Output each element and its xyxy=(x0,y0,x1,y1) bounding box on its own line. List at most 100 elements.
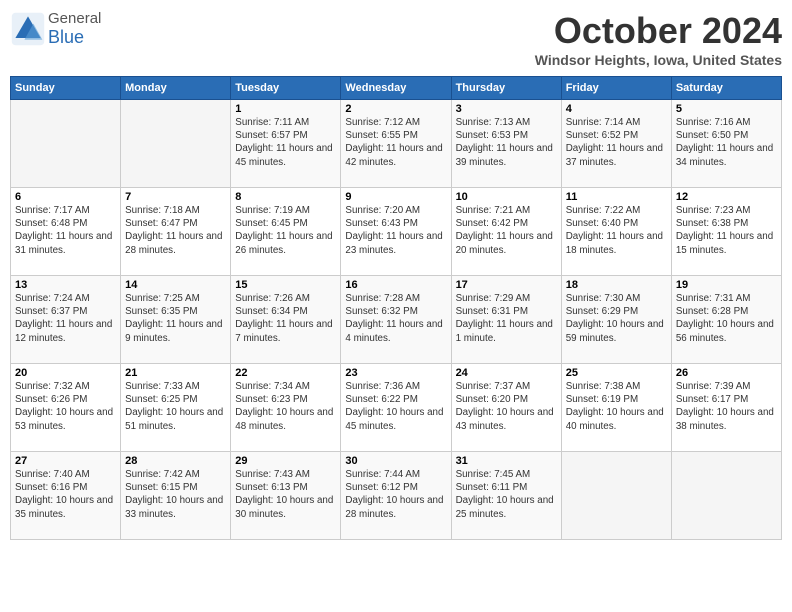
day-number: 12 xyxy=(676,191,777,203)
day-number: 11 xyxy=(566,191,667,203)
calendar-cell: 17Sunrise: 7:29 AM Sunset: 6:31 PM Dayli… xyxy=(451,276,561,364)
day-number: 29 xyxy=(235,455,336,467)
calendar-cell: 30Sunrise: 7:44 AM Sunset: 6:12 PM Dayli… xyxy=(341,452,451,540)
calendar-week-3: 13Sunrise: 7:24 AM Sunset: 6:37 PM Dayli… xyxy=(11,276,782,364)
day-info: Sunrise: 7:13 AM Sunset: 6:53 PM Dayligh… xyxy=(456,116,557,169)
day-info: Sunrise: 7:40 AM Sunset: 6:16 PM Dayligh… xyxy=(15,468,116,521)
calendar-week-2: 6Sunrise: 7:17 AM Sunset: 6:48 PM Daylig… xyxy=(11,188,782,276)
col-wednesday: Wednesday xyxy=(341,77,451,100)
logo-general-text: General xyxy=(48,10,101,27)
day-info: Sunrise: 7:18 AM Sunset: 6:47 PM Dayligh… xyxy=(125,204,226,257)
day-info: Sunrise: 7:16 AM Sunset: 6:50 PM Dayligh… xyxy=(676,116,777,169)
day-info: Sunrise: 7:30 AM Sunset: 6:29 PM Dayligh… xyxy=(566,292,667,345)
day-info: Sunrise: 7:11 AM Sunset: 6:57 PM Dayligh… xyxy=(235,116,336,169)
calendar-cell xyxy=(671,452,781,540)
calendar-cell xyxy=(121,100,231,188)
day-info: Sunrise: 7:14 AM Sunset: 6:52 PM Dayligh… xyxy=(566,116,667,169)
calendar-cell: 14Sunrise: 7:25 AM Sunset: 6:35 PM Dayli… xyxy=(121,276,231,364)
day-number: 24 xyxy=(456,367,557,379)
day-info: Sunrise: 7:44 AM Sunset: 6:12 PM Dayligh… xyxy=(345,468,446,521)
day-info: Sunrise: 7:29 AM Sunset: 6:31 PM Dayligh… xyxy=(456,292,557,345)
calendar-cell: 7Sunrise: 7:18 AM Sunset: 6:47 PM Daylig… xyxy=(121,188,231,276)
day-number: 23 xyxy=(345,367,446,379)
day-info: Sunrise: 7:12 AM Sunset: 6:55 PM Dayligh… xyxy=(345,116,446,169)
day-info: Sunrise: 7:17 AM Sunset: 6:48 PM Dayligh… xyxy=(15,204,116,257)
logo-icon xyxy=(10,11,46,47)
day-info: Sunrise: 7:43 AM Sunset: 6:13 PM Dayligh… xyxy=(235,468,336,521)
calendar-cell: 1Sunrise: 7:11 AM Sunset: 6:57 PM Daylig… xyxy=(231,100,341,188)
calendar-cell xyxy=(561,452,671,540)
day-number: 30 xyxy=(345,455,446,467)
calendar-cell: 21Sunrise: 7:33 AM Sunset: 6:25 PM Dayli… xyxy=(121,364,231,452)
calendar-cell: 25Sunrise: 7:38 AM Sunset: 6:19 PM Dayli… xyxy=(561,364,671,452)
calendar-cell: 27Sunrise: 7:40 AM Sunset: 6:16 PM Dayli… xyxy=(11,452,121,540)
day-number: 22 xyxy=(235,367,336,379)
day-info: Sunrise: 7:37 AM Sunset: 6:20 PM Dayligh… xyxy=(456,380,557,433)
col-friday: Friday xyxy=(561,77,671,100)
day-number: 4 xyxy=(566,103,667,115)
col-monday: Monday xyxy=(121,77,231,100)
calendar-body: 1Sunrise: 7:11 AM Sunset: 6:57 PM Daylig… xyxy=(11,100,782,540)
calendar-cell: 6Sunrise: 7:17 AM Sunset: 6:48 PM Daylig… xyxy=(11,188,121,276)
header-row: Sunday Monday Tuesday Wednesday Thursday… xyxy=(11,77,782,100)
title-block: October 2024 Windsor Heights, Iowa, Unit… xyxy=(535,10,782,68)
day-number: 14 xyxy=(125,279,226,291)
calendar-cell: 8Sunrise: 7:19 AM Sunset: 6:45 PM Daylig… xyxy=(231,188,341,276)
calendar-cell: 3Sunrise: 7:13 AM Sunset: 6:53 PM Daylig… xyxy=(451,100,561,188)
calendar-week-5: 27Sunrise: 7:40 AM Sunset: 6:16 PM Dayli… xyxy=(11,452,782,540)
day-info: Sunrise: 7:20 AM Sunset: 6:43 PM Dayligh… xyxy=(345,204,446,257)
day-info: Sunrise: 7:21 AM Sunset: 6:42 PM Dayligh… xyxy=(456,204,557,257)
calendar-cell: 9Sunrise: 7:20 AM Sunset: 6:43 PM Daylig… xyxy=(341,188,451,276)
calendar-cell: 31Sunrise: 7:45 AM Sunset: 6:11 PM Dayli… xyxy=(451,452,561,540)
day-number: 31 xyxy=(456,455,557,467)
logo-blue-text: Blue xyxy=(48,27,101,48)
day-number: 19 xyxy=(676,279,777,291)
calendar-cell: 10Sunrise: 7:21 AM Sunset: 6:42 PM Dayli… xyxy=(451,188,561,276)
col-sunday: Sunday xyxy=(11,77,121,100)
day-number: 6 xyxy=(15,191,116,203)
day-info: Sunrise: 7:28 AM Sunset: 6:32 PM Dayligh… xyxy=(345,292,446,345)
day-info: Sunrise: 7:34 AM Sunset: 6:23 PM Dayligh… xyxy=(235,380,336,433)
calendar-cell: 16Sunrise: 7:28 AM Sunset: 6:32 PM Dayli… xyxy=(341,276,451,364)
col-saturday: Saturday xyxy=(671,77,781,100)
calendar-cell: 11Sunrise: 7:22 AM Sunset: 6:40 PM Dayli… xyxy=(561,188,671,276)
day-info: Sunrise: 7:42 AM Sunset: 6:15 PM Dayligh… xyxy=(125,468,226,521)
calendar-cell: 5Sunrise: 7:16 AM Sunset: 6:50 PM Daylig… xyxy=(671,100,781,188)
day-number: 21 xyxy=(125,367,226,379)
day-info: Sunrise: 7:32 AM Sunset: 6:26 PM Dayligh… xyxy=(15,380,116,433)
calendar-cell: 19Sunrise: 7:31 AM Sunset: 6:28 PM Dayli… xyxy=(671,276,781,364)
day-number: 15 xyxy=(235,279,336,291)
day-number: 20 xyxy=(15,367,116,379)
calendar-cell: 20Sunrise: 7:32 AM Sunset: 6:26 PM Dayli… xyxy=(11,364,121,452)
day-number: 13 xyxy=(15,279,116,291)
day-number: 26 xyxy=(676,367,777,379)
calendar-cell: 26Sunrise: 7:39 AM Sunset: 6:17 PM Dayli… xyxy=(671,364,781,452)
main-title: October 2024 xyxy=(535,10,782,52)
calendar-cell: 24Sunrise: 7:37 AM Sunset: 6:20 PM Dayli… xyxy=(451,364,561,452)
day-info: Sunrise: 7:19 AM Sunset: 6:45 PM Dayligh… xyxy=(235,204,336,257)
day-number: 17 xyxy=(456,279,557,291)
calendar-cell: 13Sunrise: 7:24 AM Sunset: 6:37 PM Dayli… xyxy=(11,276,121,364)
col-tuesday: Tuesday xyxy=(231,77,341,100)
day-info: Sunrise: 7:24 AM Sunset: 6:37 PM Dayligh… xyxy=(15,292,116,345)
day-info: Sunrise: 7:39 AM Sunset: 6:17 PM Dayligh… xyxy=(676,380,777,433)
day-info: Sunrise: 7:23 AM Sunset: 6:38 PM Dayligh… xyxy=(676,204,777,257)
logo: General Blue xyxy=(10,10,101,48)
day-number: 18 xyxy=(566,279,667,291)
page-header: General Blue October 2024 Windsor Height… xyxy=(10,10,782,68)
day-number: 16 xyxy=(345,279,446,291)
day-number: 5 xyxy=(676,103,777,115)
logo-text: General Blue xyxy=(48,10,101,48)
calendar-cell: 28Sunrise: 7:42 AM Sunset: 6:15 PM Dayli… xyxy=(121,452,231,540)
calendar-header: Sunday Monday Tuesday Wednesday Thursday… xyxy=(11,77,782,100)
calendar-cell: 4Sunrise: 7:14 AM Sunset: 6:52 PM Daylig… xyxy=(561,100,671,188)
day-number: 25 xyxy=(566,367,667,379)
day-info: Sunrise: 7:22 AM Sunset: 6:40 PM Dayligh… xyxy=(566,204,667,257)
calendar-cell: 29Sunrise: 7:43 AM Sunset: 6:13 PM Dayli… xyxy=(231,452,341,540)
calendar-cell: 2Sunrise: 7:12 AM Sunset: 6:55 PM Daylig… xyxy=(341,100,451,188)
subtitle: Windsor Heights, Iowa, United States xyxy=(535,52,782,68)
day-number: 3 xyxy=(456,103,557,115)
calendar-table: Sunday Monday Tuesday Wednesday Thursday… xyxy=(10,76,782,540)
calendar-cell xyxy=(11,100,121,188)
calendar-cell: 12Sunrise: 7:23 AM Sunset: 6:38 PM Dayli… xyxy=(671,188,781,276)
